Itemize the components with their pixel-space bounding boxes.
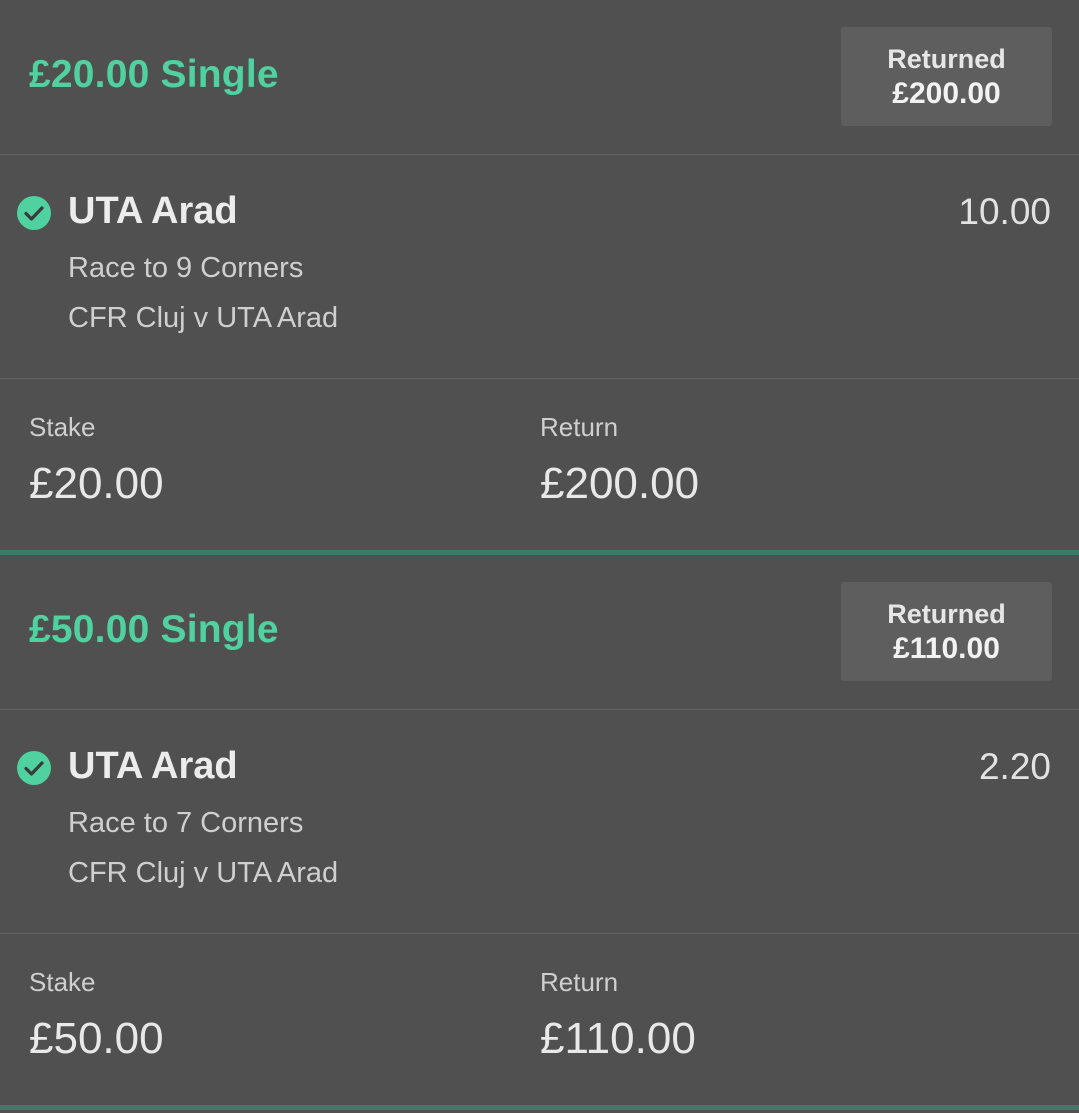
selection-odds: 2.20 [978,746,1051,787]
selection-market: Race to 9 Corners [68,252,304,284]
selection-name: UTA Arad [68,745,238,787]
selection-row: UTA Arad 10.00 Race to 9 Corners CFR Clu… [0,155,1079,379]
selection-market: Race to 7 Corners [68,807,304,839]
bet-card[interactable]: £20.00 Single Returned £200.00 UTA Arad … [0,0,1079,555]
bet-amounts: Stake £20.00 Return £200.00 [0,379,1079,549]
stake-label: Stake [29,412,96,442]
check-circle-icon [17,196,51,230]
selection-event: CFR Cluj v UTA Arad [68,857,339,889]
return-value: £200.00 [540,459,700,508]
bet-header: £50.00 Single Returned £110.00 [0,555,1079,710]
bet-card[interactable]: £50.00 Single Returned £110.00 UTA Arad … [0,555,1079,1110]
returned-label: Returned [887,598,1006,629]
returned-value: £110.00 [893,631,1000,665]
return-value: £110.00 [540,1014,696,1063]
selection-name: UTA Arad [68,190,238,232]
return-label: Return [540,967,619,997]
bet-title: £20.00 Single [29,53,279,96]
bet-header: £20.00 Single Returned £200.00 [0,0,1079,155]
check-circle-icon [17,751,51,785]
stake-value: £50.00 [29,1014,164,1063]
stake-label: Stake [29,967,96,997]
bet-amounts: Stake £50.00 Return £110.00 [0,934,1079,1104]
selection-odds: 10.00 [958,191,1051,232]
selection-event: CFR Cluj v UTA Arad [68,302,339,334]
selection-row: UTA Arad 2.20 Race to 7 Corners CFR Cluj… [0,710,1079,934]
returned-value: £200.00 [892,76,1001,110]
returned-badge: Returned £200.00 [841,27,1052,126]
stake-value: £20.00 [29,459,164,508]
returned-badge: Returned £110.00 [841,582,1052,681]
return-label: Return [540,412,619,442]
bet-title: £50.00 Single [29,608,279,651]
returned-label: Returned [887,43,1006,74]
